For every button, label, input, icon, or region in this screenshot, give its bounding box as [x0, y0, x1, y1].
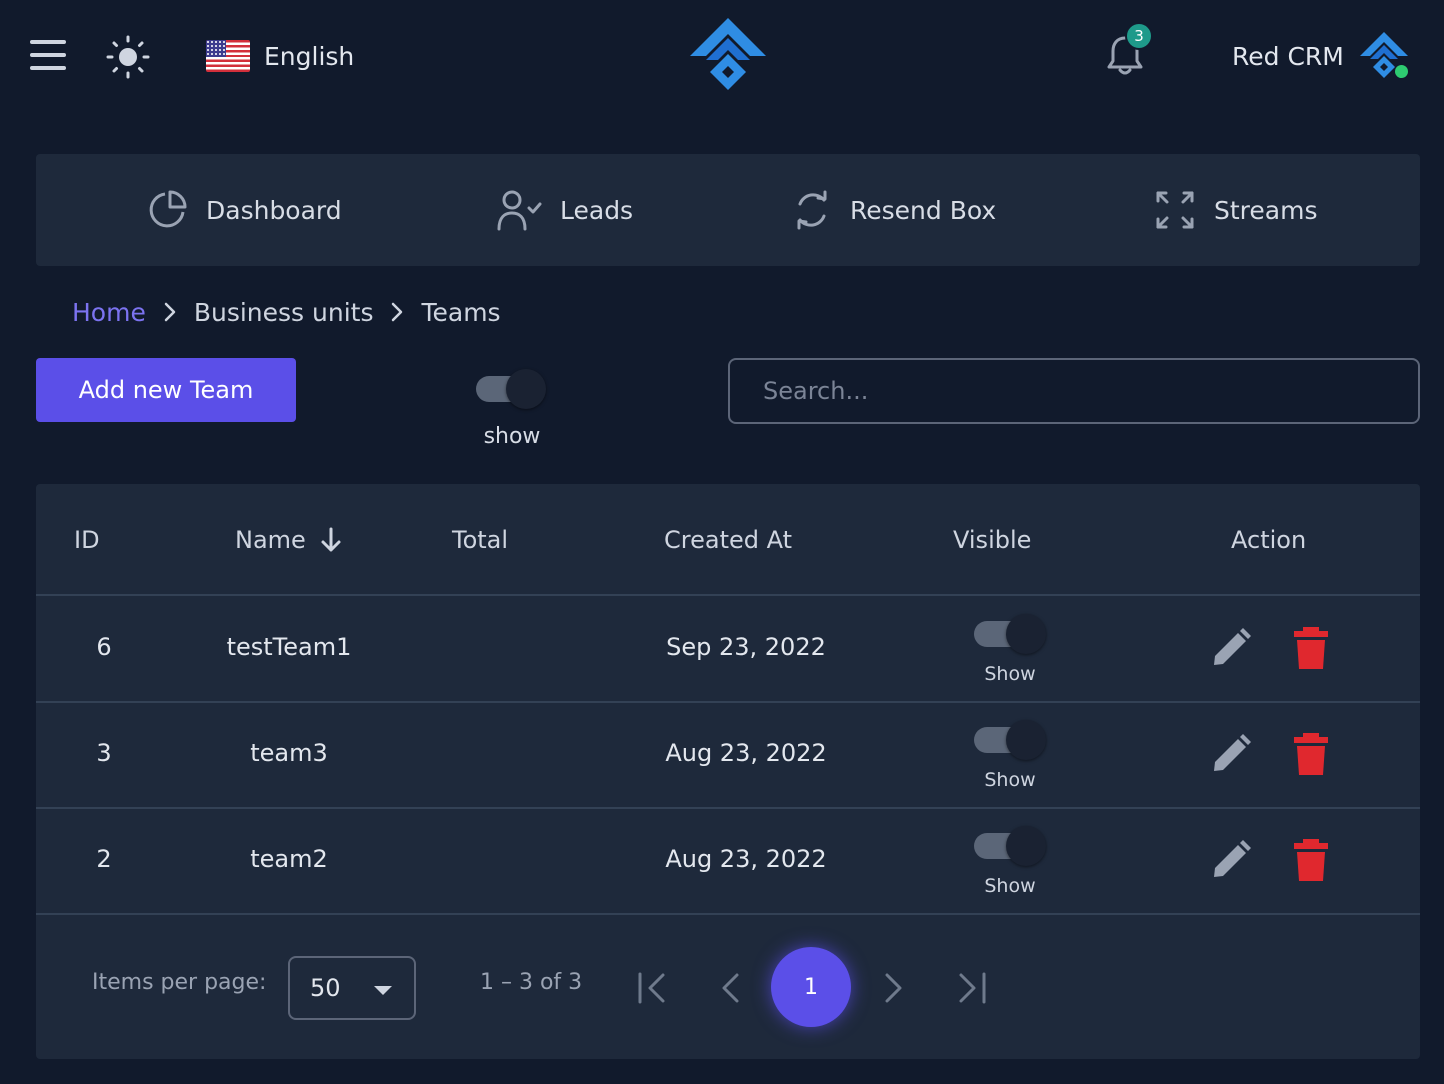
items-per-page-select[interactable]: 50: [288, 956, 416, 1020]
toggle-thumb: [506, 369, 546, 409]
cell-id: 3: [96, 739, 112, 767]
cell-created-at: Aug 23, 2022: [665, 845, 827, 873]
us-flag-icon: [206, 40, 250, 72]
toggle-thumb: [1006, 826, 1046, 866]
chevron-right-icon: [885, 973, 902, 1003]
breadcrumb: Home Business units Teams: [72, 296, 501, 328]
previous-page-button[interactable]: [712, 968, 752, 1008]
last-page-button[interactable]: [952, 968, 992, 1008]
cell-created-at: Sep 23, 2022: [666, 633, 826, 661]
nav-label-streams: Streams: [1214, 195, 1318, 225]
nav-item-dashboard[interactable]: Dashboard: [146, 186, 342, 234]
cell-id: 2: [96, 845, 112, 873]
next-page-button[interactable]: [872, 968, 912, 1008]
edit-pencil-icon[interactable]: [1210, 733, 1252, 775]
user-check-icon: [497, 190, 542, 231]
theme-sun-icon[interactable]: [104, 33, 152, 81]
breadcrumb-home-link[interactable]: Home: [72, 298, 146, 327]
visible-toggle[interactable]: [974, 718, 1046, 762]
avatar: [1358, 30, 1410, 82]
column-header-name-label: Name: [235, 526, 306, 554]
breadcrumb-business-units[interactable]: Business units: [194, 298, 374, 327]
table-row: 3 team3 Aug 23, 2022 Show: [36, 703, 1420, 809]
caret-down-icon: [374, 986, 392, 995]
items-per-page-label: Items per page:: [92, 970, 267, 995]
first-page-button[interactable]: [632, 968, 672, 1008]
last-page-icon: [959, 972, 986, 1004]
chevron-left-icon: [722, 973, 739, 1003]
delete-trash-icon[interactable]: [1294, 627, 1328, 669]
table-row: 2 team2 Aug 23, 2022 Show: [36, 809, 1420, 915]
table-row: 6 testTeam1 Sep 23, 2022 Show: [36, 597, 1420, 703]
page-button-current[interactable]: 1: [771, 947, 851, 1027]
visible-label: Show: [984, 769, 1036, 791]
main-nav: Dashboard Leads Resend Box Streams: [36, 154, 1420, 266]
edit-pencil-icon[interactable]: [1210, 627, 1252, 669]
nav-label-resend-box: Resend Box: [850, 195, 997, 225]
refresh-icon: [797, 190, 827, 230]
column-header-visible[interactable]: Visible: [953, 524, 1031, 556]
paginator: Items per page: 50 1 – 3 of 3 1: [36, 914, 1420, 1059]
column-header-id[interactable]: ID: [74, 524, 100, 556]
column-header-action: Action: [1231, 526, 1307, 554]
column-header-total[interactable]: Total: [452, 524, 508, 556]
language-label: English: [264, 41, 355, 71]
user-menu[interactable]: Red CRM: [1232, 30, 1410, 82]
nav-item-leads[interactable]: Leads: [496, 186, 633, 234]
table-header: ID Name Total Created At Visible Action: [36, 484, 1420, 596]
language-selector[interactable]: English: [206, 36, 354, 76]
items-per-page-value: 50: [310, 974, 341, 1002]
sort-arrow-down-icon: [321, 527, 341, 552]
visible-toggle[interactable]: [974, 824, 1046, 868]
search-input[interactable]: [728, 358, 1420, 424]
column-header-created-at[interactable]: Created At: [664, 524, 792, 556]
user-name: Red CRM: [1232, 41, 1344, 71]
pie-chart-icon: [149, 190, 187, 228]
nav-item-resend-box[interactable]: Resend Box: [792, 186, 996, 234]
app-logo[interactable]: [688, 16, 768, 96]
visible-label: Show: [984, 663, 1036, 685]
nav-label-dashboard: Dashboard: [206, 195, 342, 225]
cell-name: testTeam1: [226, 633, 352, 661]
range-label: 1 – 3 of 3: [480, 970, 583, 995]
online-status-dot: [1394, 65, 1408, 78]
chevron-right-icon: [391, 302, 403, 322]
top-header: English 3 Red CRM: [0, 0, 1444, 110]
column-header-name[interactable]: Name: [235, 524, 342, 556]
show-toggle[interactable]: [476, 367, 548, 411]
delete-trash-icon[interactable]: [1294, 733, 1328, 775]
show-toggle-label: show: [483, 424, 541, 449]
toggle-thumb: [1006, 720, 1046, 760]
cell-created-at: Aug 23, 2022: [665, 739, 827, 767]
cell-name: team2: [250, 845, 328, 873]
nav-label-leads: Leads: [560, 195, 634, 225]
toggle-thumb: [1006, 614, 1046, 654]
delete-trash-icon[interactable]: [1294, 839, 1328, 881]
notification-badge: 3: [1125, 22, 1153, 50]
teams-table: ID Name Total Created At Visible Action …: [36, 484, 1420, 1059]
breadcrumb-current-page: Teams: [421, 297, 501, 327]
edit-pencil-icon[interactable]: [1210, 839, 1252, 881]
nav-item-streams[interactable]: Streams: [1154, 186, 1317, 234]
expand-icon: [1156, 191, 1194, 229]
visible-label: Show: [984, 875, 1036, 897]
menu-icon[interactable]: [30, 40, 66, 70]
add-new-team-button[interactable]: Add new Team: [36, 358, 296, 422]
cell-name: team3: [250, 739, 328, 767]
cell-id: 6: [96, 633, 112, 661]
chevron-right-icon: [164, 302, 176, 322]
visible-toggle[interactable]: [974, 612, 1046, 656]
first-page-icon: [638, 972, 665, 1004]
